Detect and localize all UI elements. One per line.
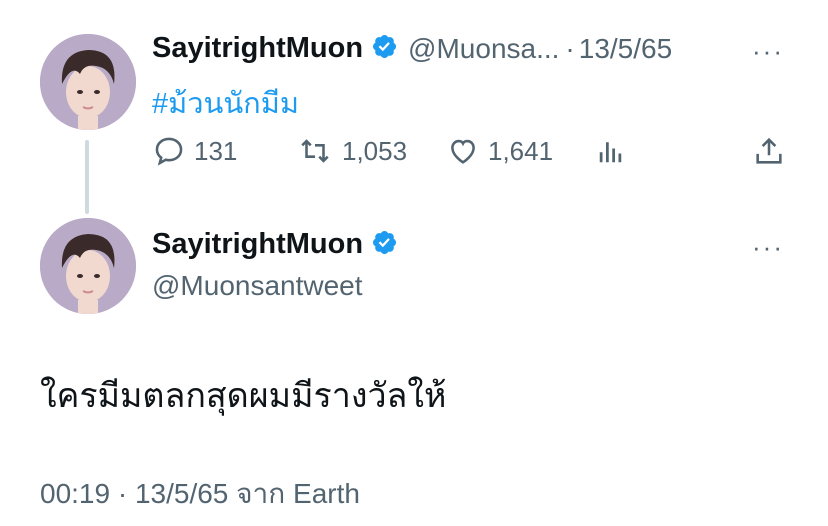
retweet-button[interactable]: 1,053 xyxy=(296,134,407,168)
verified-badge-icon xyxy=(371,229,398,261)
handle[interactable]: @Muonsantweet xyxy=(152,270,363,302)
like-count: 1,641 xyxy=(488,135,554,166)
thread-line xyxy=(85,140,89,214)
avatar[interactable] xyxy=(40,34,136,130)
analytics-button[interactable] xyxy=(596,136,634,166)
tweet-timestamp[interactable]: 00:19 · 13/5/65 จาก Earth xyxy=(40,472,360,516)
tweet1-header: SayitrightMuon @Muonsa... · 13/5/65 xyxy=(152,32,672,65)
display-name[interactable]: SayitrightMuon xyxy=(152,228,363,261)
tweet-text: ใครมีมตลกสุดผมมีรางวัลให้ xyxy=(40,377,447,415)
share-icon xyxy=(756,137,782,164)
share-button[interactable] xyxy=(752,134,794,168)
more-options-icon[interactable]: ··· xyxy=(752,36,784,67)
separator: · xyxy=(565,32,575,64)
tweet-date[interactable]: 13/5/65 xyxy=(579,33,672,65)
hashtag-link[interactable]: #ม้วนนักมีม xyxy=(152,80,299,126)
reply-icon xyxy=(155,137,183,166)
handle[interactable]: @Muonsa... xyxy=(408,33,559,65)
tweet2-header: SayitrightMuon xyxy=(152,228,398,261)
verified-badge-icon xyxy=(371,33,398,65)
display-name[interactable]: SayitrightMuon xyxy=(152,32,363,65)
avatar[interactable] xyxy=(40,218,136,314)
reply-button[interactable]: 131 xyxy=(152,134,237,168)
retweet-icon xyxy=(301,139,329,163)
retweet-count: 1,053 xyxy=(342,135,408,166)
reply-count: 131 xyxy=(194,135,238,166)
like-button[interactable]: 1,641 xyxy=(446,134,553,168)
more-options-icon[interactable]: ··· xyxy=(752,232,784,263)
heart-icon xyxy=(451,139,475,164)
analytics-icon xyxy=(599,142,622,163)
